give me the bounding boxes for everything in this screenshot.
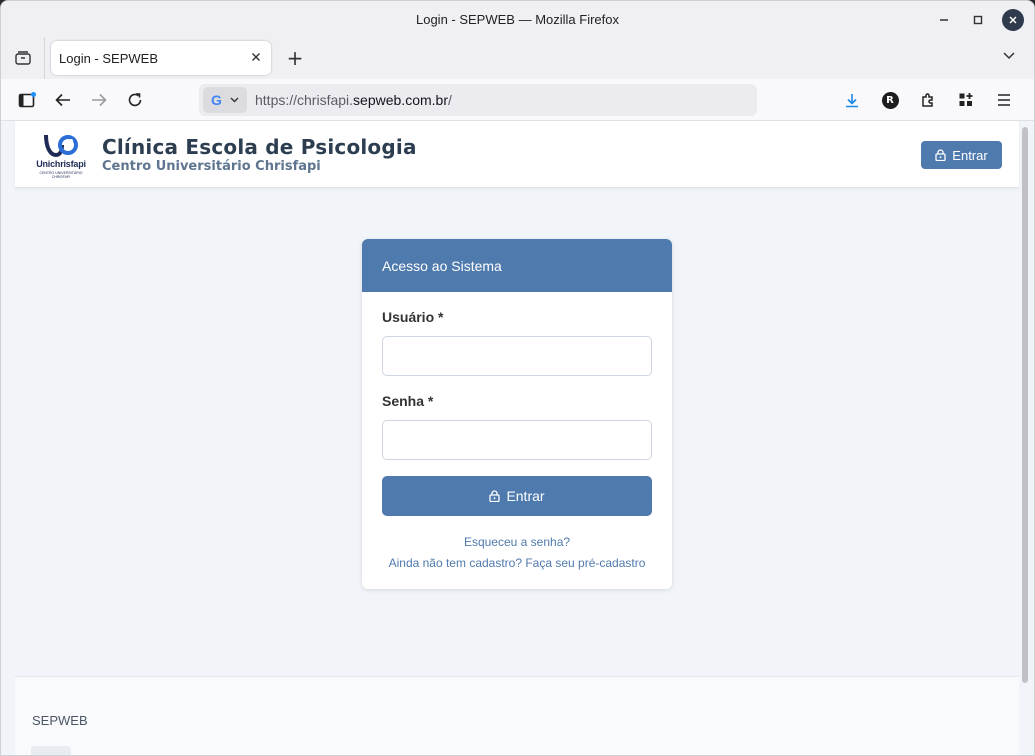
account-avatar-icon[interactable]: R <box>874 84 906 116</box>
forward-arrow-icon[interactable] <box>81 84 117 116</box>
page-footer: SEPWEB <box>15 676 1019 755</box>
password-label: Senha * <box>382 393 434 409</box>
url-host: sepweb.com.br <box>353 91 448 108</box>
login-card: Acesso ao Sistema Usuário * Senha * Entr… <box>362 239 672 589</box>
page-title: Clínica Escola de Psicologia <box>102 135 417 159</box>
search-engine-button[interactable]: G <box>203 86 247 113</box>
tab-list-icon <box>14 51 31 65</box>
url-path: / <box>447 91 452 108</box>
logo-mark-icon <box>44 134 78 157</box>
login-submit-button[interactable]: Entrar <box>382 476 652 516</box>
sidebar-icon[interactable] <box>9 84 45 116</box>
google-g-icon: G <box>211 91 222 108</box>
page-viewport: Unichrisfapi CENTRO UNIVERSITÁRIO CHRISF… <box>1 121 1034 755</box>
reload-icon[interactable] <box>117 84 153 116</box>
close-window-icon[interactable] <box>1002 9 1024 31</box>
url-text[interactable]: https://chrisfapi.sepweb.com.br/ <box>255 92 452 108</box>
chevron-down-icon[interactable] <box>1002 49 1016 65</box>
unichrisfapi-logo[interactable]: Unichrisfapi CENTRO UNIVERSITÁRIO CHRISF… <box>31 133 91 179</box>
browser-window: Login - SEPWEB — Mozilla Firefox Login -… <box>0 0 1035 756</box>
tab-title: Login - SEPWEB <box>59 50 158 66</box>
password-input[interactable] <box>382 420 652 460</box>
tab-login-sepweb[interactable]: Login - SEPWEB <box>51 41 271 75</box>
address-bar[interactable]: G https://chrisfapi.sepweb.com.br/ <box>199 83 757 116</box>
close-tab-icon[interactable] <box>251 50 261 66</box>
back-arrow-icon[interactable] <box>45 84 81 116</box>
window-title: Login - SEPWEB — Mozilla Firefox <box>415 11 619 27</box>
page-scrollbar[interactable] <box>1022 127 1028 683</box>
register-link[interactable]: Ainda não tem cadastro? Faça seu pré-cad… <box>362 556 672 570</box>
username-input[interactable] <box>382 336 652 376</box>
minimize-icon[interactable] <box>934 10 954 30</box>
login-card-header: Acesso ao Sistema <box>362 239 672 292</box>
site-header: Unichrisfapi CENTRO UNIVERSITÁRIO CHRISF… <box>15 121 1019 188</box>
tab-bar: Login - SEPWEB + <box>1 37 1034 79</box>
lock-icon <box>489 490 501 502</box>
footer-image <box>31 746 71 755</box>
url-scheme: https://chrisfapi. <box>255 91 354 108</box>
logo-text: Unichrisfapi <box>36 159 86 169</box>
window-controls <box>934 9 1024 31</box>
extensions-puzzle-icon[interactable] <box>912 84 944 116</box>
header-login-label: Entrar <box>952 147 988 163</box>
header-login-button[interactable]: Entrar <box>921 141 1002 169</box>
page-subtitle: Centro Universitário Chrisfapi <box>102 159 321 174</box>
login-submit-label: Entrar <box>506 488 545 504</box>
username-label: Usuário * <box>382 309 444 325</box>
download-icon[interactable] <box>836 84 868 116</box>
forgot-password-link[interactable]: Esqueceu a senha? <box>362 535 672 549</box>
logo-tagline: CENTRO UNIVERSITÁRIO CHRISFAPI <box>39 171 83 179</box>
footer-title: SEPWEB <box>32 713 88 728</box>
lock-icon <box>935 149 946 161</box>
apps-grid-icon[interactable] <box>950 84 982 116</box>
navigation-bar: G https://chrisfapi.sepweb.com.br/ R <box>1 79 1034 121</box>
new-tab-icon[interactable]: + <box>283 46 307 70</box>
hamburger-menu-icon[interactable] <box>988 84 1020 116</box>
chevron-down-icon <box>230 97 239 102</box>
title-bar: Login - SEPWEB — Mozilla Firefox <box>1 1 1034 37</box>
maximize-icon[interactable] <box>968 10 988 30</box>
tab-list-button[interactable] <box>1 37 45 79</box>
toolbar-actions: R <box>836 84 1020 116</box>
